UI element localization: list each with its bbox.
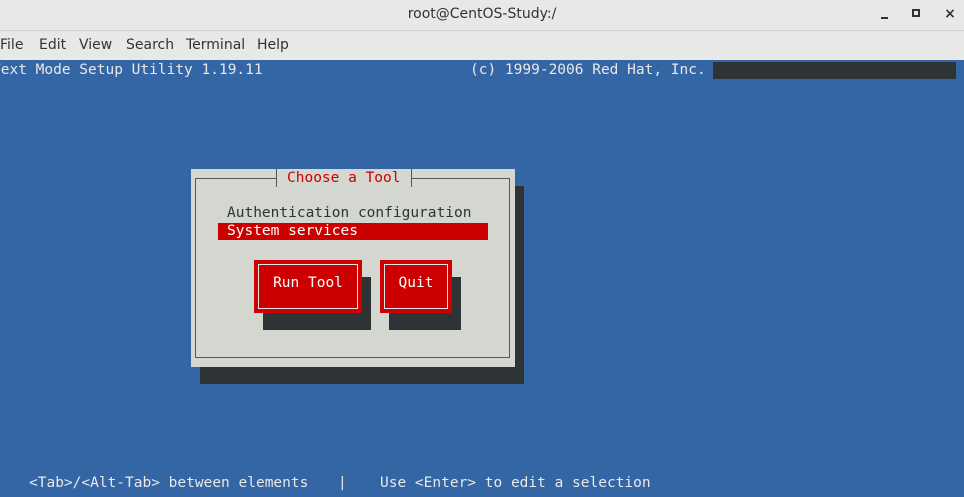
- list-item-authentication[interactable]: Authentication configuration: [218, 205, 488, 222]
- quit-button[interactable]: Quit: [380, 260, 452, 313]
- footer-separator: |: [338, 475, 347, 491]
- header-line: Text Mode Setup Utility 1.19.11 (c) 1999…: [0, 61, 956, 79]
- copyright-text: (c) 1999-2006 Red Hat, Inc.: [470, 62, 706, 78]
- window-title: root@CentOS-Study:/: [407, 6, 557, 22]
- footer-hint-tab: <Tab>/<Alt-Tab> between elements: [29, 475, 309, 491]
- run-tool-button[interactable]: Run Tool: [254, 260, 362, 313]
- run-tool-label: Run Tool: [258, 264, 358, 309]
- menu-file[interactable]: File: [0, 31, 23, 60]
- terminal-window: root@CentOS-Study:/ × File Edit View Sea…: [0, 0, 964, 497]
- dialog-title-box: Choose a Tool: [276, 169, 412, 187]
- title-bar[interactable]: root@CentOS-Study:/ ×: [0, 0, 964, 31]
- minimize-button[interactable]: [872, 4, 896, 24]
- dialog-title: Choose a Tool: [287, 170, 401, 186]
- quit-label: Quit: [384, 264, 448, 309]
- menu-terminal[interactable]: Terminal: [186, 31, 245, 60]
- maximize-button[interactable]: [904, 4, 928, 24]
- terminal-screen[interactable]: Text Mode Setup Utility 1.19.11 (c) 1999…: [0, 60, 964, 497]
- utility-title: Text Mode Setup Utility 1.19.11: [0, 62, 263, 78]
- footer-line: <Tab>/<Alt-Tab> between elements | Use <…: [0, 474, 964, 492]
- menu-view[interactable]: View: [79, 31, 112, 60]
- terminal-cursor-fill: [713, 62, 956, 79]
- menu-search[interactable]: Search: [126, 31, 174, 60]
- menu-edit[interactable]: Edit: [39, 31, 66, 60]
- choose-tool-dialog: Choose a Tool Authentication configurati…: [191, 169, 515, 367]
- footer-hint-enter: Use <Enter> to edit a selection: [380, 475, 651, 491]
- close-button[interactable]: ×: [938, 4, 962, 24]
- minimize-icon: [881, 17, 888, 19]
- maximize-icon: [912, 9, 920, 17]
- close-icon: ×: [944, 6, 956, 22]
- list-item-system-services[interactable]: System services: [218, 223, 488, 240]
- menu-bar: File Edit View Search Terminal Help: [0, 31, 964, 60]
- menu-help[interactable]: Help: [257, 31, 289, 60]
